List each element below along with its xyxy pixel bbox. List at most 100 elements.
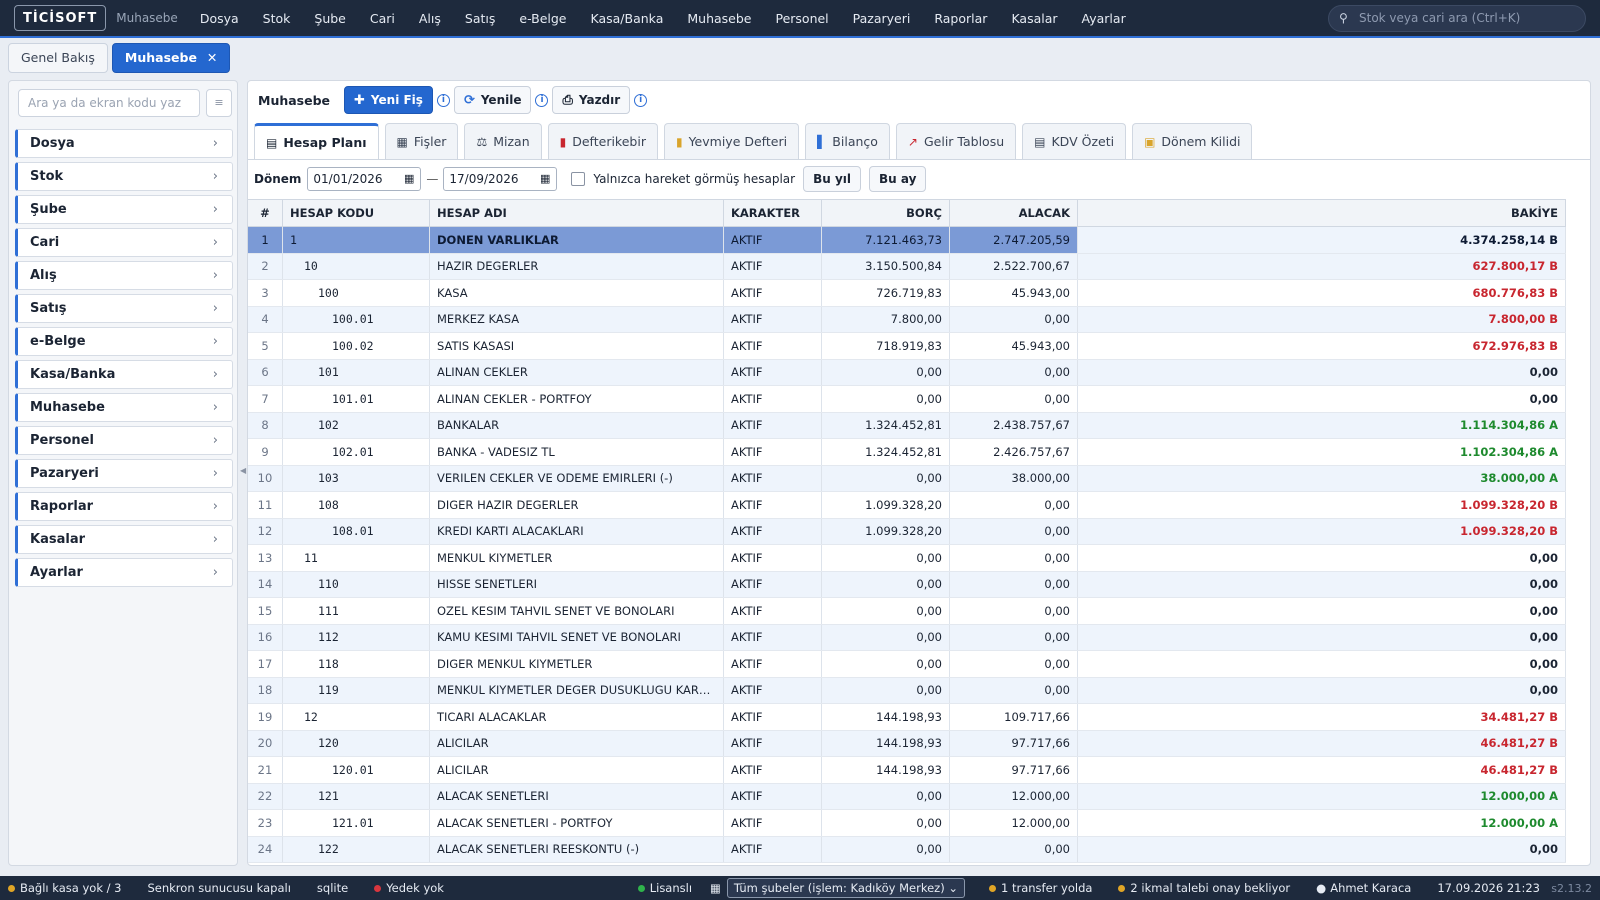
tab-donem-kilidi[interactable]: ▣ Dönem Kilidi: [1132, 123, 1253, 159]
tab-kdv-ozeti[interactable]: ▤ KDV Özeti: [1022, 123, 1127, 159]
only-moved-checkbox[interactable]: [571, 172, 586, 186]
sidebar-menu-icon[interactable]: ≡: [206, 89, 232, 117]
table-row[interactable]: 23 121.01 ALACAK SENETLERI - PORTFOY AKTIF 0…: [248, 809, 1566, 837]
table-row[interactable]: 19 12 TICARI ALACAKLAR AKTIF 144.198,93 109.7…: [248, 703, 1566, 731]
info-icon[interactable]: i: [436, 93, 450, 107]
transfer-status[interactable]: 1 transfer yolda: [988, 881, 1092, 895]
info-icon[interactable]: i: [634, 93, 648, 107]
global-search-input[interactable]: ⚲ Stok veya cari ara (Ctrl+K): [1328, 5, 1586, 32]
tab-defterikebir[interactable]: ▮ Defterikebir: [547, 123, 658, 159]
table-row[interactable]: 13 11 MENKUL KIYMETLER AKTIF 0,00 0,00 0,00: [248, 544, 1566, 572]
menu-item-personel[interactable]: Personel: [775, 11, 828, 26]
close-icon[interactable]: ✕: [207, 50, 217, 65]
col-index[interactable]: #: [248, 199, 283, 227]
table-row[interactable]: 3 100 KASA AKTIF 726.719,83 45.943,00 680.776,…: [248, 279, 1566, 307]
sidebar-item-kasalar[interactable]: Kasalar ›: [15, 525, 233, 554]
menu-item-dosya[interactable]: Dosya: [200, 11, 239, 26]
table-row[interactable]: 1 1 DONEN VARLIKLAR AKTIF 7.121.463,73 2.747.…: [248, 226, 1566, 254]
sidebar-item-ayarlar[interactable]: Ayarlar ›: [15, 558, 233, 587]
sidebar-item-ebelge[interactable]: e-Belge ›: [15, 327, 233, 356]
calendar-icon[interactable]: ▦: [540, 168, 550, 190]
tab-bilanco[interactable]: ▌ Bilanço: [805, 123, 890, 159]
menu-item-ayarlar[interactable]: Ayarlar: [1082, 11, 1126, 26]
table-row[interactable]: 10 103 VERILEN CEKLER VE ODEME EMIRLERI (-…: [248, 465, 1566, 492]
col-credit[interactable]: ALACAK: [949, 199, 1078, 227]
pending-status[interactable]: 2 ikmal talebi onay bekliyor: [1118, 881, 1290, 895]
menu-item-pazaryeri[interactable]: Pazaryeri: [853, 11, 911, 26]
this-month-button[interactable]: Bu ay: [869, 166, 927, 192]
col-balance[interactable]: BAKİYE: [1077, 199, 1566, 227]
sidebar-item-sube[interactable]: Şube ›: [15, 195, 233, 224]
date-to-input[interactable]: 17/09/2026 ▦: [443, 167, 558, 191]
sidebar-item-personel[interactable]: Personel ›: [15, 426, 233, 455]
sidebar-item-pazaryeri[interactable]: Pazaryeri ›: [15, 459, 233, 488]
table-row[interactable]: 14 110 HISSE SENETLERI AKTIF 0,00 0,00 0,00: [248, 571, 1566, 598]
table-row[interactable]: 15 111 OZEL KESIM TAHVIL SENET VE BONOLARI…: [248, 597, 1566, 625]
sidebar-item-raporlar[interactable]: Raporlar ›: [15, 492, 233, 521]
table-row[interactable]: 5 100.02 SATIS KASASI AKTIF 718.919,83 45.943…: [248, 332, 1566, 360]
col-debit[interactable]: BORÇ: [821, 199, 950, 227]
table-row[interactable]: 24 122 ALACAK SENETLERI REESKONTU (-) AKTIF…: [248, 836, 1566, 863]
scale-icon: ⚖: [476, 134, 488, 149]
menu-item-kasa-banka[interactable]: Kasa/Banka: [591, 11, 664, 26]
sidebar-item-cari[interactable]: Cari ›: [15, 228, 233, 257]
refresh-button[interactable]: ⟳ Yenile: [453, 86, 532, 114]
calendar-icon[interactable]: ▦: [404, 168, 414, 190]
table-row[interactable]: 22 121 ALACAK SENETLERI AKTIF 0,00 12.000,00 1…: [248, 783, 1566, 810]
only-moved-label[interactable]: Yalnızca hareket görmüş hesaplar: [593, 172, 795, 186]
date-from-input[interactable]: 01/01/2026 ▦: [307, 167, 422, 191]
tab-fisler[interactable]: ▦ Fişler: [384, 123, 459, 159]
table-row[interactable]: 2 10 HAZIR DEGERLER AKTIF 3.150.500,84 2.522.…: [248, 253, 1566, 280]
sidebar-item-dosya[interactable]: Dosya ›: [15, 129, 233, 158]
menu-item-stok[interactable]: Stok: [263, 11, 291, 26]
info-icon[interactable]: i: [535, 93, 549, 107]
sidebar-item-satis[interactable]: Satış ›: [15, 294, 233, 323]
menu-item-alis[interactable]: Alış: [419, 11, 441, 26]
table-row[interactable]: 9 102.01 BANKA - VADESIZ TL AKTIF 1.324.452,…: [248, 438, 1566, 466]
table-row[interactable]: 11 108 DIGER HAZIR DEGERLER AKTIF 1.099.328,…: [248, 491, 1566, 519]
print-button[interactable]: ⎙ Yazdır: [552, 86, 631, 114]
table-row[interactable]: 8 102 BANKALAR AKTIF 1.324.452,81 2.438.757,6…: [248, 412, 1566, 439]
this-year-button[interactable]: Bu yıl: [803, 166, 861, 192]
cell-index: 16: [248, 624, 283, 651]
table-row[interactable]: 12 108.01 KREDI KARTI ALACAKLARI AKTIF 1.099…: [248, 518, 1566, 545]
menu-item-cari[interactable]: Cari: [370, 11, 395, 26]
menu-item-muhasebe[interactable]: Muhasebe: [687, 11, 751, 26]
menu-item-ebelge[interactable]: e-Belge: [519, 11, 566, 26]
app-logo[interactable]: TİCİSOFT: [14, 5, 107, 31]
new-voucher-button[interactable]: ✚ Yeni Fiş: [344, 86, 433, 114]
chevron-right-icon: ›: [212, 301, 218, 316]
menu-item-kasalar[interactable]: Kasalar: [1011, 11, 1057, 26]
table-row[interactable]: 18 119 MENKUL KIYMETLER DEGER DUSUKLUGU KA…: [248, 677, 1566, 704]
tab-muhasebe[interactable]: Muhasebe ✕: [111, 43, 231, 73]
table-row[interactable]: 7 101.01 ALINAN CEKLER - PORTFOY AKTIF 0,00 0…: [248, 385, 1566, 413]
cell-index: 7: [248, 385, 283, 413]
collapse-sidebar-icon[interactable]: ◀: [240, 466, 246, 475]
tab-hesap-plani[interactable]: ▤ Hesap Planı: [254, 123, 379, 159]
tab-mizan[interactable]: ⚖ Mizan: [464, 123, 542, 159]
cell-balance: 680.776,83 B: [1077, 279, 1566, 307]
sidebar-item-kasa-banka[interactable]: Kasa/Banka ›: [15, 360, 233, 389]
menu-item-raporlar[interactable]: Raporlar: [934, 11, 987, 26]
tab-gelir-tablosu[interactable]: ↗ Gelir Tablosu: [895, 123, 1017, 159]
sidebar-item-stok[interactable]: Stok ›: [15, 162, 233, 191]
tab-genel-bakis[interactable]: Genel Bakış: [8, 43, 108, 73]
table-row[interactable]: 21 120.01 ALICILAR AKTIF 144.198,93 97.717,66…: [248, 756, 1566, 784]
col-type[interactable]: KARAKTER: [723, 199, 822, 227]
table-row[interactable]: 6 101 ALINAN CEKLER AKTIF 0,00 0,00 0,00: [248, 359, 1566, 386]
table-row[interactable]: 20 120 ALICILAR AKTIF 144.198,93 97.717,66 46.…: [248, 730, 1566, 757]
branch-select[interactable]: Tüm şubeler (işlem: Kadıköy Merkez) ⌄: [726, 878, 965, 898]
col-account-code[interactable]: HESAP KODU: [282, 199, 430, 227]
sidebar-item-alis[interactable]: Alış ›: [15, 261, 233, 290]
version-label: s2.13.2: [1551, 881, 1592, 895]
menu-item-satis[interactable]: Satış: [465, 11, 495, 26]
table-row[interactable]: 16 112 KAMU KESIMI TAHVIL SENET VE BONOLAR…: [248, 624, 1566, 651]
sidebar-item-muhasebe[interactable]: Muhasebe ›: [15, 393, 233, 422]
sidebar-search-input[interactable]: Ara ya da ekran kodu yaz: [18, 89, 200, 117]
table-row[interactable]: 4 100.01 MERKEZ KASA AKTIF 7.800,00 0,00 7.800…: [248, 306, 1566, 333]
col-account-name[interactable]: HESAP ADI: [429, 199, 724, 227]
table-row[interactable]: 17 118 DIGER MENKUL KIYMETLER AKTIF 0,00 0,00…: [248, 650, 1566, 678]
user-info[interactable]: ● Ahmet Karaca: [1316, 881, 1411, 895]
tab-yevmiye-defteri[interactable]: ▮ Yevmiye Defteri: [663, 123, 800, 159]
menu-item-sube[interactable]: Şube: [314, 11, 345, 26]
